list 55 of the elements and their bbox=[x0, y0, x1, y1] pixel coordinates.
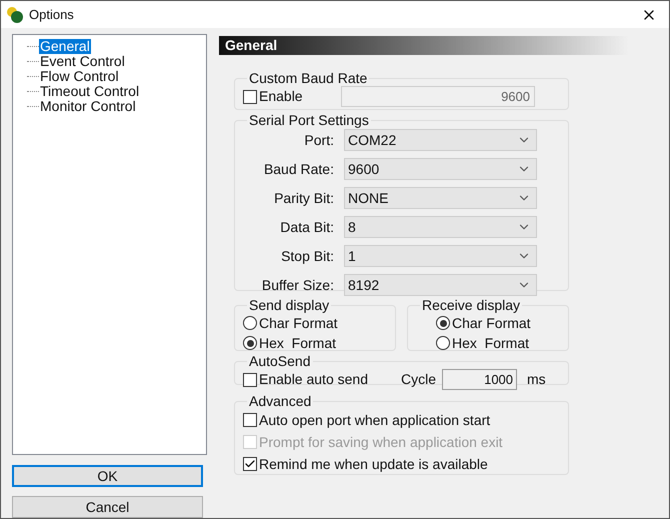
dropdown[interactable]: 8192 bbox=[344, 274, 537, 296]
radio-label: Char Format bbox=[452, 314, 531, 332]
radio-label: Hex Format bbox=[259, 334, 336, 352]
radio-button[interactable] bbox=[243, 316, 257, 330]
cycle-field[interactable]: 1000 bbox=[442, 369, 518, 390]
baud-rate-field[interactable]: 9600 bbox=[341, 86, 535, 107]
checkbox-label: Enable bbox=[259, 87, 303, 106]
dropdown-value: 1 bbox=[348, 246, 357, 266]
dropdown-value: 8192 bbox=[348, 276, 380, 294]
dropdown-value: 8 bbox=[348, 218, 357, 236]
group-title: Custom Baud Rate bbox=[248, 70, 368, 86]
tree-item[interactable]: Timeout Control bbox=[39, 84, 140, 99]
field-label: Parity Bit: bbox=[273, 188, 335, 208]
dropdown[interactable]: 1 bbox=[344, 245, 537, 267]
field-label: Port: bbox=[303, 130, 335, 150]
dropdown[interactable]: NONE bbox=[344, 187, 537, 209]
radio-button[interactable] bbox=[436, 316, 450, 330]
dialog-button[interactable]: Cancel bbox=[12, 496, 203, 518]
field-label: Data Bit: bbox=[279, 218, 335, 236]
group-title: Serial Port Settings bbox=[248, 112, 370, 128]
tree-item[interactable]: Event Control bbox=[39, 54, 126, 69]
dialog-button[interactable]: OK bbox=[12, 465, 203, 487]
radio-label: Hex Format bbox=[452, 334, 530, 352]
checkbox-label: Enable auto send bbox=[259, 370, 368, 389]
group-title: Receive display bbox=[421, 297, 522, 313]
check-icon bbox=[244, 458, 256, 470]
unit-label: ms bbox=[527, 370, 546, 389]
checkbox[interactable] bbox=[243, 372, 257, 386]
dropdown-value: COM22 bbox=[348, 130, 398, 150]
radio-label: Char Format bbox=[259, 314, 338, 332]
group-title: Advanced bbox=[248, 393, 312, 409]
checkbox[interactable] bbox=[243, 413, 257, 427]
radio-button[interactable] bbox=[243, 336, 257, 350]
checkbox[interactable] bbox=[243, 457, 257, 471]
dropdown[interactable]: 9600 bbox=[344, 158, 537, 180]
window-title: Options bbox=[29, 6, 74, 24]
cycle-label: Cycle bbox=[401, 370, 436, 389]
checkbox-label: Remind me when update is available bbox=[259, 454, 488, 474]
checkbox-label: Prompt for saving when application exit bbox=[259, 432, 503, 452]
checkbox[interactable] bbox=[243, 90, 257, 104]
field-label: Baud Rate: bbox=[262, 160, 335, 178]
tree-item[interactable]: Monitor Control bbox=[39, 99, 137, 114]
field-label: Stop Bit: bbox=[280, 246, 335, 266]
app-icon bbox=[5, 6, 25, 24]
dropdown-value: 9600 bbox=[348, 160, 380, 178]
tree-item[interactable]: General bbox=[39, 39, 91, 54]
dropdown[interactable]: COM22 bbox=[344, 129, 537, 151]
checkbox-label: Auto open port when application start bbox=[259, 410, 490, 430]
dropdown-value: NONE bbox=[348, 188, 390, 208]
tree-item[interactable]: Flow Control bbox=[39, 69, 120, 84]
field-label: Buffer Size: bbox=[260, 276, 335, 294]
radio-button[interactable] bbox=[436, 336, 450, 350]
group-title: Send display bbox=[248, 297, 330, 313]
group-title: AutoSend bbox=[248, 353, 312, 369]
dropdown[interactable]: 8 bbox=[344, 216, 537, 238]
